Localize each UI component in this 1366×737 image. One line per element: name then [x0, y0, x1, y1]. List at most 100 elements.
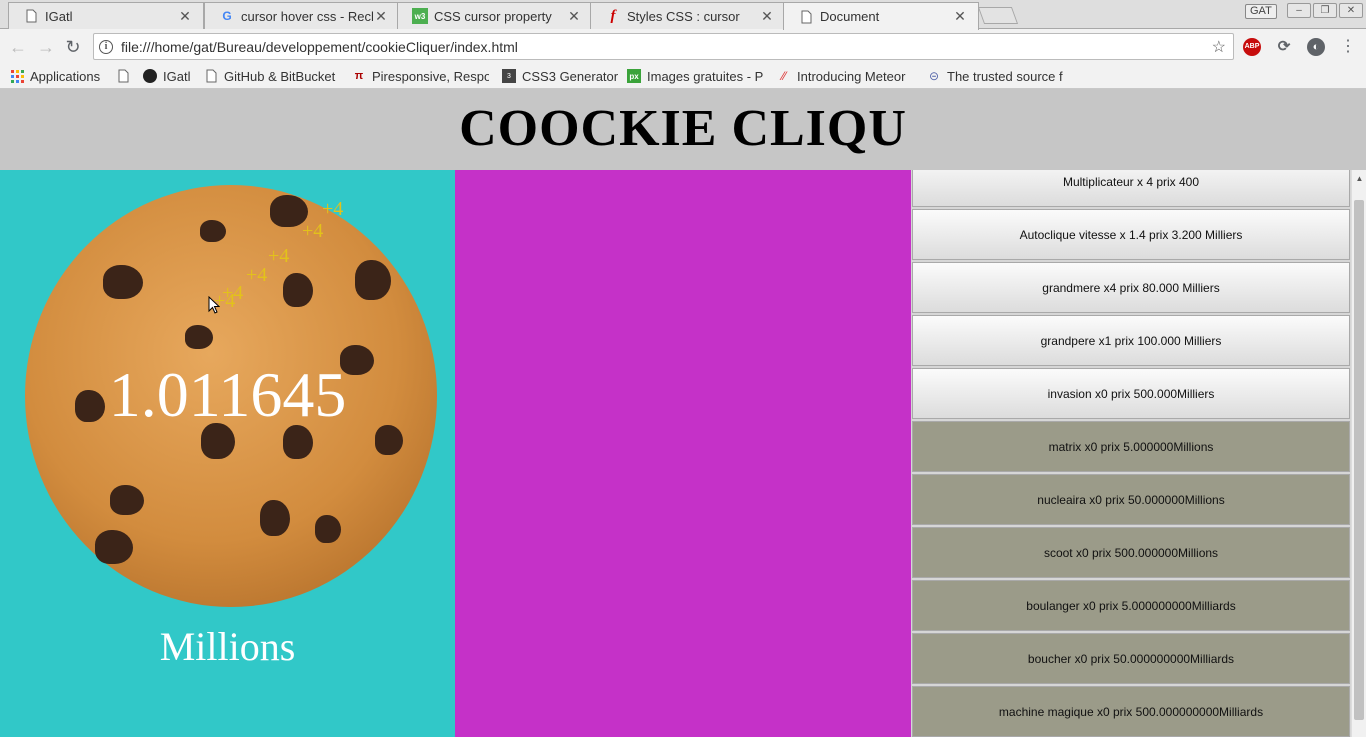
- bookmark-label: CSS3 Generator: [522, 68, 618, 84]
- star-icon[interactable]: ☆: [1212, 37, 1226, 57]
- scroll-up-icon[interactable]: ▲: [1355, 174, 1364, 183]
- bookmark-igatl[interactable]: IGatl: [143, 67, 198, 85]
- page-icon: [204, 69, 218, 83]
- chocolate-chip: [200, 220, 226, 242]
- close-icon[interactable]: ✕: [952, 8, 968, 25]
- chocolate-chip: [110, 485, 144, 515]
- moon-icon[interactable]: ◐: [1307, 38, 1325, 56]
- bookmark-trusted-source[interactable]: ⊝ The trusted source f: [927, 67, 1064, 85]
- tab-title: Document: [820, 9, 880, 24]
- page-icon: [116, 69, 130, 83]
- chocolate-chip: [283, 273, 313, 307]
- bookmark-images-gratuites[interactable]: px Images gratuites - Pi: [627, 67, 764, 85]
- chocolate-chip: [355, 260, 391, 300]
- mouse-pointer-icon: [208, 296, 220, 314]
- bookmark-page[interactable]: [116, 67, 136, 85]
- shop-item-invasion[interactable]: invasion x0 prix 500.000Milliers: [912, 368, 1350, 419]
- minimize-button[interactable]: –: [1287, 3, 1311, 18]
- planet-icon: ⊝: [928, 69, 940, 83]
- tab-document[interactable]: Document ✕: [783, 2, 979, 30]
- tab-strip: IGatl ✕ G cursor hover css - Rech ✕ w3 C…: [0, 0, 1366, 30]
- tab-title: Styles CSS : cursor: [627, 8, 740, 24]
- apps-grid-icon: [10, 69, 24, 83]
- tab-title: IGatl: [45, 8, 73, 24]
- reload-icon[interactable]: ↻: [63, 37, 83, 57]
- url-text[interactable]: file:///home/gat/Bureau/developpement/co…: [121, 39, 1212, 55]
- click-gain-text: +4: [268, 245, 290, 267]
- address-bar[interactable]: i file:///home/gat/Bureau/developpement/…: [93, 33, 1234, 60]
- bookmark-github-bitbucket[interactable]: GitHub & BitBucket I: [204, 67, 340, 85]
- tab-styles-css-cursor[interactable]: f Styles CSS : cursor ✕: [590, 2, 786, 29]
- shop-item-machine-magique[interactable]: machine magique x0 prix 500.000000000Mil…: [912, 686, 1350, 737]
- bookmark-meteor[interactable]: ⁄⁄ Introducing Meteor: [777, 67, 914, 85]
- sync-icon[interactable]: ⟳: [1275, 38, 1293, 56]
- cookie-panel: +4 +4 +4 +4 +4 +4 1.011645 Millions: [0, 170, 455, 737]
- chocolate-chip: [185, 325, 213, 349]
- f-icon: f: [610, 7, 616, 24]
- pi-icon: π: [354, 70, 364, 82]
- bookmark-label: Applications: [30, 68, 101, 84]
- shop-item-multiplicateur[interactable]: Multiplicateur x 4 prix 400: [912, 170, 1350, 207]
- shop-item-boucher[interactable]: boucher x0 prix 50.000000000Milliards: [912, 633, 1350, 684]
- bookmark-applications[interactable]: Applications: [10, 67, 110, 85]
- shop-item-scoot[interactable]: scoot x0 prix 500.000000Millions: [912, 527, 1350, 578]
- maximize-button[interactable]: ❐: [1313, 3, 1337, 18]
- tab-css-cursor-property[interactable]: w3 CSS cursor property ✕: [397, 2, 593, 29]
- bookmark-label: Introducing Meteor: [797, 68, 906, 84]
- close-icon[interactable]: ✕: [759, 8, 775, 25]
- close-icon[interactable]: ✕: [177, 8, 193, 25]
- counter-unit: Millions: [159, 624, 296, 669]
- shop-item-boulanger[interactable]: boulanger x0 prix 5.000000000Milliards: [912, 580, 1350, 631]
- menu-icon[interactable]: ⋮: [1340, 38, 1356, 56]
- meteor-icon: ⁄⁄: [781, 69, 786, 83]
- shop-item-grandpere[interactable]: grandpere x1 prix 100.000 Milliers: [912, 315, 1350, 366]
- page-icon: [23, 8, 39, 24]
- forward-arrow-icon[interactable]: →: [36, 37, 56, 57]
- page-icon: [798, 9, 814, 25]
- scroll-thumb[interactable]: [1354, 200, 1364, 720]
- click-gain-text: +4: [322, 198, 344, 220]
- w3schools-icon: w3: [412, 8, 428, 24]
- click-gain-text: +4: [302, 220, 324, 242]
- info-icon[interactable]: i: [99, 39, 113, 54]
- bookmark-label: The trusted source f: [947, 68, 1063, 84]
- tab-igatl[interactable]: IGatl ✕: [8, 2, 204, 29]
- profile-badge[interactable]: GAT: [1245, 4, 1277, 19]
- close-icon[interactable]: ✕: [373, 8, 389, 25]
- page-title: COOCKIE CLIQU: [459, 100, 907, 157]
- click-gain-text: +4: [246, 264, 268, 286]
- tab-title: cursor hover css - Rech: [241, 8, 373, 24]
- page-header: COOCKIE CLIQU: [0, 89, 1366, 170]
- shop-panel: Multiplicateur x 4 prix 400 Autoclique v…: [911, 170, 1351, 737]
- chocolate-chip: [103, 265, 143, 299]
- css3-icon: 3: [502, 69, 516, 83]
- close-window-button[interactable]: ✕: [1339, 3, 1363, 18]
- shop-item-nucleaira[interactable]: nucleaira x0 prix 50.000000Millions: [912, 474, 1350, 525]
- browser-toolbar: ← → ↻ i file:///home/gat/Bureau/developp…: [0, 29, 1366, 64]
- adblock-icon[interactable]: ABP: [1243, 38, 1261, 56]
- bookmark-label: IGatl: [163, 68, 191, 84]
- cookie-counter: 1.011645: [108, 359, 347, 430]
- close-icon[interactable]: ✕: [566, 8, 582, 25]
- px-icon: px: [627, 69, 641, 83]
- tab-google-search[interactable]: G cursor hover css - Rech ✕: [204, 2, 400, 29]
- chocolate-chip: [260, 500, 290, 536]
- chocolate-chip: [315, 515, 341, 543]
- scrollbar[interactable]: ▲: [1351, 170, 1366, 737]
- back-arrow-icon[interactable]: ←: [8, 37, 28, 57]
- bookmark-css3-generator[interactable]: 3 CSS3 Generator: [502, 67, 618, 85]
- github-icon: [143, 69, 157, 83]
- shop-item-autoclique[interactable]: Autoclique vitesse x 1.4 prix 3.200 Mill…: [912, 209, 1350, 260]
- tab-title: CSS cursor property: [434, 8, 552, 24]
- bookmark-label: GitHub & BitBucket I: [224, 68, 340, 84]
- chocolate-chip: [95, 530, 133, 564]
- bookmarks-bar: Applications IGatl GitHub & BitBucket I …: [0, 64, 1366, 89]
- shop-item-grandmere[interactable]: grandmere x4 prix 80.000 Milliers: [912, 262, 1350, 313]
- new-tab-button[interactable]: [977, 7, 1019, 24]
- bookmark-label: Images gratuites - Pi: [647, 68, 764, 84]
- page-content: COOCKIE CLIQU +4 +4 +4 +4 +4 +4 1.011645…: [0, 89, 1366, 737]
- bookmark-label: Piresponsive, Respo: [372, 68, 489, 84]
- middle-panel: [455, 170, 911, 737]
- shop-item-matrix[interactable]: matrix x0 prix 5.000000Millions: [912, 421, 1350, 472]
- bookmark-piresponsive[interactable]: π Piresponsive, Respo: [352, 67, 489, 85]
